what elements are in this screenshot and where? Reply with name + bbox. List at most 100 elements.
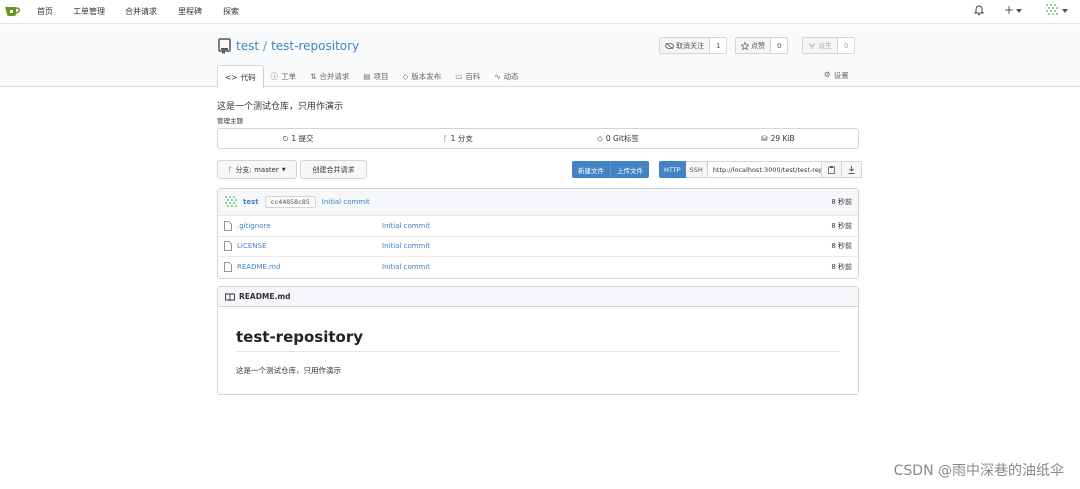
issue-icon: ⓘ (270, 71, 279, 81)
readme-panel: README.md test-repository 这是一个测试仓库，只用作演示 (217, 286, 859, 395)
pulse-icon: ∿ (494, 71, 501, 81)
chevron-down-icon[interactable] (1062, 9, 1068, 13)
file-time: 8 秒前 (831, 221, 852, 230)
repo-tabs: <> 代码 ⓘ 工单 ⇅ 合并请求 ▤ 项目 ◇ 版本发布 ▭ 百科 ∿ 动态 (217, 65, 526, 88)
download-icon (848, 165, 855, 174)
commit-message-link[interactable]: Initial commit (322, 198, 370, 206)
file-row: README.md Initial commit 8 秒前 (218, 257, 858, 278)
repo-title: test / test-repository (218, 38, 359, 54)
book-open-icon (225, 293, 235, 301)
tab-code[interactable]: <> 代码 (217, 65, 264, 88)
file-icon (224, 220, 232, 231)
readme-header: README.md (218, 287, 858, 307)
top-navbar: 首页 工单管理 合并请求 里程碑 探索 + (0, 0, 1080, 24)
latest-commit-bar: test cc44858c85 Initial commit 8 秒前 (218, 189, 858, 216)
user-avatar[interactable] (1045, 3, 1059, 17)
caret-down-icon: ▼ (281, 166, 286, 173)
clone-panel: HTTP SSH http://localhost:3000/test/test… (659, 161, 862, 178)
watch-count[interactable]: 1 (710, 38, 726, 53)
star-button[interactable]: 点赞 (736, 38, 771, 53)
repo-path-separator: / (263, 39, 268, 53)
star-count[interactable]: 0 (771, 38, 787, 53)
nav-issues[interactable]: 工单管理 (73, 6, 105, 17)
file-time: 8 秒前 (831, 263, 852, 272)
file-icon (224, 262, 232, 273)
file-commit-link[interactable]: Initial commit (382, 242, 430, 250)
commit-sha-link[interactable]: cc44858c85 (264, 196, 316, 208)
repo-owner-link[interactable]: test (236, 39, 259, 53)
ssh-clone-button[interactable]: SSH (685, 161, 708, 178)
star-icon (741, 41, 749, 50)
commit-author-link[interactable]: test (243, 198, 259, 206)
tab-wiki-label: 百科 (465, 71, 481, 81)
branch-icon: ᚴ (443, 134, 448, 143)
fork-label: 派生 (818, 41, 832, 50)
file-commit-link[interactable]: Initial commit (382, 263, 430, 271)
repo-name-link[interactable]: test-repository (271, 39, 359, 53)
manage-topics-link[interactable]: 管理主题 (217, 115, 243, 125)
file-name-link[interactable]: LICENSE (237, 242, 382, 250)
bell-icon[interactable] (974, 5, 984, 16)
chevron-down-icon[interactable] (1016, 9, 1022, 13)
author-avatar[interactable] (224, 195, 238, 209)
tab-pull-requests-label: 合并请求 (319, 71, 350, 81)
commits-stat[interactable]: ⏲ 1 提交 (218, 129, 378, 148)
tab-activity-label: 动态 (503, 71, 519, 81)
tab-releases[interactable]: ◇ 版本发布 (395, 65, 448, 87)
tab-issues[interactable]: ⓘ 工单 (264, 65, 304, 87)
tag-icon: ◇ (402, 71, 409, 81)
star-label: 点赞 (751, 41, 765, 50)
copy-url-button[interactable] (821, 161, 842, 178)
tab-activity[interactable]: ∿ 动态 (487, 65, 525, 87)
branch-selector[interactable]: ᚴ 分支: master ▼ (217, 160, 297, 179)
new-pull-request-button[interactable]: 创建合并请求 (300, 160, 367, 179)
repo-header (0, 25, 1080, 87)
tag-icon: ◇ (597, 134, 603, 143)
gear-icon: ⚙ (824, 70, 831, 79)
gitea-logo-icon[interactable] (4, 4, 20, 18)
new-file-button[interactable]: 新建文件 (572, 161, 610, 178)
clone-url-input[interactable]: http://localhost:3000/test/test-reposito… (707, 161, 822, 178)
tab-projects[interactable]: ▤ 项目 (356, 65, 395, 87)
clipboard-icon (827, 165, 835, 174)
fork-count[interactable]: 0 (838, 38, 854, 53)
repo-size: 29 KiB (770, 134, 795, 143)
watch-button-group: 取消关注 1 (659, 37, 728, 54)
create-new-button[interactable]: + (1004, 3, 1014, 17)
tab-releases-label: 版本发布 (411, 71, 442, 81)
size-stat: ⛁ 29 KiB (698, 129, 858, 148)
nav-pull-requests[interactable]: 合并请求 (125, 6, 157, 17)
eye-slash-icon (665, 42, 674, 49)
file-time: 8 秒前 (831, 242, 852, 251)
nav-milestones[interactable]: 里程碑 (178, 6, 202, 17)
star-button-group: 点赞 0 (735, 37, 789, 54)
tags-stat[interactable]: ◇ 0 Git标签 (538, 129, 698, 148)
fork-icon (809, 42, 815, 49)
readme-filename: README.md (239, 292, 291, 301)
file-name-link[interactable]: README.md (237, 263, 382, 271)
tab-pull-requests[interactable]: ⇅ 合并请求 (303, 65, 356, 87)
tab-issues-label: 工单 (281, 71, 297, 81)
file-commit-link[interactable]: Initial commit (382, 222, 430, 230)
tab-settings[interactable]: ⚙ 设置 (824, 70, 849, 81)
upload-file-button[interactable]: 上传文件 (610, 161, 649, 178)
tab-settings-label: 设置 (833, 71, 849, 80)
nav-home[interactable]: 首页 (37, 6, 53, 17)
code-icon: <> (225, 72, 238, 82)
nav-explore[interactable]: 探索 (223, 6, 239, 17)
tab-projects-label: 项目 (373, 71, 389, 81)
file-name-link[interactable]: .gitignore (237, 222, 382, 230)
file-row: LICENSE Initial commit 8 秒前 (218, 237, 858, 257)
http-clone-button[interactable]: HTTP (659, 161, 686, 178)
tab-wiki[interactable]: ▭ 百科 (448, 65, 487, 87)
repo-description: 这是一个测试仓库，只用作演示 (217, 102, 344, 112)
database-icon: ⛁ (761, 134, 768, 143)
fork-button-group: 派生 0 (802, 37, 856, 54)
fork-button[interactable]: 派生 (803, 38, 838, 53)
unwatch-button[interactable]: 取消关注 (660, 38, 710, 53)
branches-stat[interactable]: ᚴ 1 分支 (378, 129, 538, 148)
tags-count: 0 Git标签 (605, 134, 639, 143)
branches-count: 1 分支 (450, 134, 473, 143)
download-button[interactable] (841, 161, 862, 178)
branch-icon: ᚴ (228, 165, 233, 174)
